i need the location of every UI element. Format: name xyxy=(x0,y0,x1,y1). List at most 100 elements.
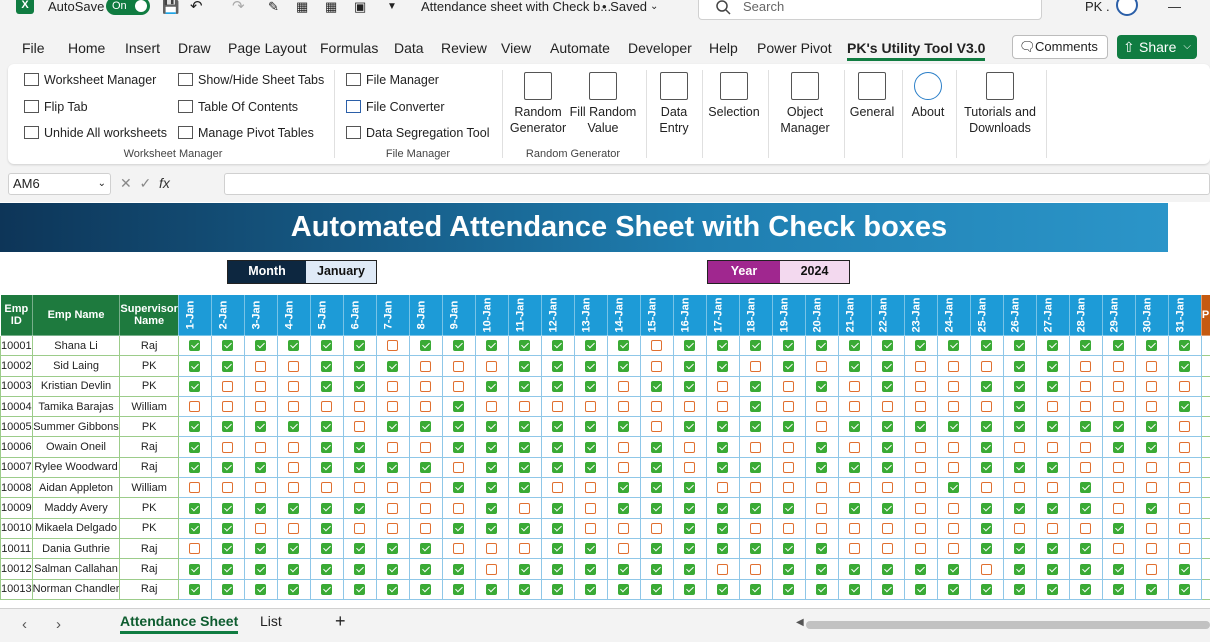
cell-day[interactable] xyxy=(672,456,707,479)
checked-checkbox[interactable] xyxy=(288,502,300,514)
checked-checkbox[interactable] xyxy=(519,380,531,392)
cell-day[interactable] xyxy=(1167,334,1202,357)
checked-checkbox[interactable] xyxy=(321,340,333,352)
cell-day[interactable] xyxy=(1167,416,1202,438)
sheet-icon[interactable]: ▣ xyxy=(354,0,366,14)
checked-checkbox[interactable] xyxy=(1014,340,1026,352)
cell-day[interactable] xyxy=(1035,477,1070,499)
cell-present[interactable]: 17 xyxy=(1200,456,1210,479)
unchecked-checkbox[interactable] xyxy=(189,401,201,413)
cell-day[interactable] xyxy=(1101,558,1136,580)
cell-day[interactable] xyxy=(705,456,740,479)
cell-day[interactable] xyxy=(1167,497,1202,519)
checked-checkbox[interactable] xyxy=(189,462,201,474)
unchecked-checkbox[interactable] xyxy=(354,482,366,494)
unchecked-checkbox[interactable] xyxy=(750,441,762,453)
cell-present[interactable]: 18 xyxy=(1200,497,1210,519)
cell-day[interactable] xyxy=(276,375,311,397)
cell-day[interactable] xyxy=(705,436,740,458)
unchecked-checkbox[interactable] xyxy=(1113,543,1125,555)
checked-checkbox[interactable] xyxy=(684,380,696,392)
unchecked-checkbox[interactable] xyxy=(255,360,267,372)
checked-checkbox[interactable] xyxy=(354,563,366,575)
cell-day[interactable] xyxy=(738,395,773,418)
cell-present[interactable]: 26 xyxy=(1200,334,1210,357)
prev-sheet-icon[interactable]: ‹ xyxy=(22,616,27,633)
checked-checkbox[interactable] xyxy=(288,340,300,352)
cell-day[interactable] xyxy=(936,477,971,499)
cell-day[interactable] xyxy=(639,355,674,377)
checked-checkbox[interactable] xyxy=(486,522,498,534)
cell-day[interactable] xyxy=(1134,497,1169,519)
cell-day[interactable] xyxy=(936,578,971,600)
cell-day[interactable] xyxy=(276,517,311,539)
unchecked-checkbox[interactable] xyxy=(420,522,432,534)
cell-day[interactable] xyxy=(936,558,971,580)
share-button[interactable]: ⇧ Share ⌵ xyxy=(1117,35,1197,59)
cell-day[interactable] xyxy=(441,558,476,580)
cell-day[interactable] xyxy=(903,456,938,479)
selection-button[interactable]: Selection xyxy=(706,72,762,120)
cell-day[interactable] xyxy=(936,334,971,357)
cell-day[interactable] xyxy=(210,334,245,357)
cell-day[interactable] xyxy=(936,456,971,479)
cell-day[interactable] xyxy=(375,497,410,519)
checked-checkbox[interactable] xyxy=(849,421,861,433)
unchecked-checkbox[interactable] xyxy=(222,441,234,453)
data-segregation-button[interactable]: Data Segregation Tool xyxy=(346,125,489,141)
unchecked-checkbox[interactable] xyxy=(1080,441,1092,453)
cell-emp-name[interactable]: Dania Guthrie xyxy=(31,537,121,560)
unchecked-checkbox[interactable] xyxy=(981,401,993,413)
cell-day[interactable] xyxy=(408,355,443,377)
cell-day[interactable] xyxy=(507,395,542,418)
cell-present[interactable]: 17 xyxy=(1200,537,1210,560)
checked-checkbox[interactable] xyxy=(849,340,861,352)
cell-day[interactable] xyxy=(474,395,509,418)
checked-checkbox[interactable] xyxy=(684,502,696,514)
checked-checkbox[interactable] xyxy=(321,462,333,474)
cell-day[interactable] xyxy=(1068,497,1103,519)
cell-emp-id[interactable]: 10011 xyxy=(0,537,33,560)
cell-day[interactable] xyxy=(408,477,443,499)
unchecked-checkbox[interactable] xyxy=(717,563,729,575)
cell-day[interactable] xyxy=(276,416,311,438)
unchecked-checkbox[interactable] xyxy=(783,462,795,474)
checked-checkbox[interactable] xyxy=(750,401,762,413)
cell-day[interactable] xyxy=(837,436,872,458)
checked-checkbox[interactable] xyxy=(189,421,201,433)
show-hide-tabs-button[interactable]: Show/Hide Sheet Tabs xyxy=(178,72,324,88)
checked-checkbox[interactable] xyxy=(453,522,465,534)
unchecked-checkbox[interactable] xyxy=(288,482,300,494)
cell-day[interactable] xyxy=(573,355,608,377)
unchecked-checkbox[interactable] xyxy=(387,340,399,352)
checked-checkbox[interactable] xyxy=(783,543,795,555)
cell-day[interactable] xyxy=(210,578,245,600)
autosave-toggle[interactable]: On xyxy=(106,0,150,15)
cell-emp-id[interactable]: 10009 xyxy=(0,497,33,519)
cell-emp-id[interactable]: 10007 xyxy=(0,456,33,479)
cell-day[interactable] xyxy=(1068,436,1103,458)
cell-day[interactable] xyxy=(210,395,245,418)
unchecked-checkbox[interactable] xyxy=(1014,522,1026,534)
cell-day[interactable] xyxy=(375,456,410,479)
unchecked-checkbox[interactable] xyxy=(948,441,960,453)
checked-checkbox[interactable] xyxy=(420,583,432,595)
unchecked-checkbox[interactable] xyxy=(486,543,498,555)
unchecked-checkbox[interactable] xyxy=(1146,482,1158,494)
checked-checkbox[interactable] xyxy=(552,522,564,534)
cell-day[interactable] xyxy=(573,456,608,479)
cell-day[interactable] xyxy=(210,477,245,499)
checked-checkbox[interactable] xyxy=(1014,583,1026,595)
cell-day[interactable] xyxy=(309,416,344,438)
unchecked-checkbox[interactable] xyxy=(1047,522,1059,534)
cell-emp-id[interactable]: 10001 xyxy=(0,334,33,357)
checked-checkbox[interactable] xyxy=(321,543,333,555)
cell-day[interactable] xyxy=(243,517,278,539)
cell-supervisor[interactable]: Raj xyxy=(119,578,179,600)
checked-checkbox[interactable] xyxy=(552,360,564,372)
cell-day[interactable] xyxy=(738,416,773,438)
unchecked-checkbox[interactable] xyxy=(915,441,927,453)
cell-day[interactable] xyxy=(837,558,872,580)
unchecked-checkbox[interactable] xyxy=(1080,522,1092,534)
avatar[interactable] xyxy=(1116,0,1138,16)
